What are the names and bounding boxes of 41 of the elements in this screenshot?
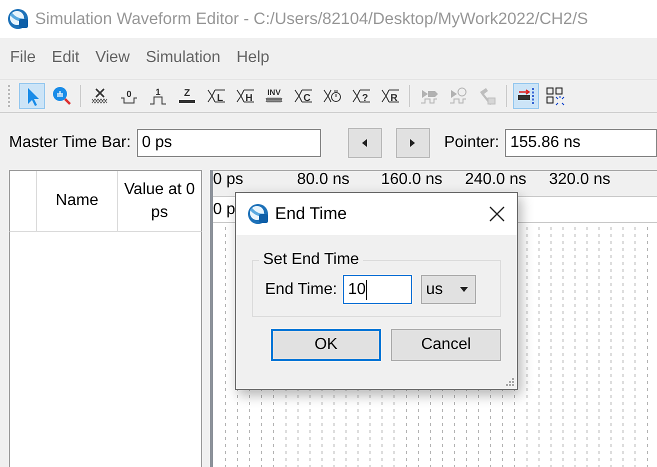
master-time-bar-label: Master Time Bar: — [9, 134, 131, 152]
dialog-button[interactable]: Cancel — [391, 329, 501, 361]
menu-item[interactable]: Help — [230, 47, 276, 69]
waveform-clock-icon — [448, 86, 468, 106]
next-button[interactable] — [396, 128, 430, 158]
window-title: Simulation Waveform Editor - C:/Users/82104/Desktop/MyWork2022/CH2/S — [35, 10, 588, 28]
dropdown-arrow-icon — [460, 287, 468, 292]
time-ruler-label: 240.0 ns — [465, 171, 526, 188]
app-logo-icon — [7, 8, 29, 30]
close-icon[interactable] — [489, 206, 505, 222]
time-label: 0 p — [213, 200, 236, 218]
previous-button[interactable] — [348, 128, 382, 158]
left-triangle-icon — [362, 139, 368, 147]
right-triangle-icon — [410, 139, 416, 147]
end-marker-icon — [516, 86, 536, 106]
unknown-value-icon — [90, 86, 110, 106]
master-time-bar-field[interactable]: 0 ps — [136, 129, 321, 157]
hammer-icon — [477, 86, 497, 106]
end-marker-tool-button[interactable] — [513, 83, 539, 109]
time-ruler-label: 320.0 ns — [549, 171, 610, 188]
end-time-label: End Time: — [265, 280, 338, 298]
menu-item[interactable]: View — [89, 47, 136, 69]
resize-grip-icon[interactable] — [505, 377, 515, 387]
column-header: Value at 0 ps — [123, 180, 196, 223]
group-title: Set End Time — [262, 251, 360, 269]
time-ruler-label: 80.0 ns — [297, 171, 350, 188]
end-time-field[interactable]: 10 — [343, 275, 412, 304]
pointer-field[interactable]: 155.86 ns — [505, 129, 657, 157]
pointer-label: Pointer: — [444, 134, 500, 152]
unit-dropdown[interactable]: us — [421, 275, 476, 304]
dialog-button[interactable]: OK — [271, 329, 381, 361]
dialog-title: End Time — [275, 204, 348, 224]
arrow-tool-button[interactable] — [19, 83, 45, 109]
time-ruler-label: 0 ps — [213, 171, 244, 188]
menu-item[interactable]: Edit — [46, 47, 86, 69]
menu-item[interactable]: Simulation — [140, 47, 226, 69]
app-logo-icon — [247, 203, 269, 225]
zoom-icon — [51, 86, 71, 106]
grid-snap-icon — [545, 86, 565, 106]
menu-item[interactable]: File — [4, 47, 42, 69]
time-ruler-label: 160.0 ns — [381, 171, 442, 188]
